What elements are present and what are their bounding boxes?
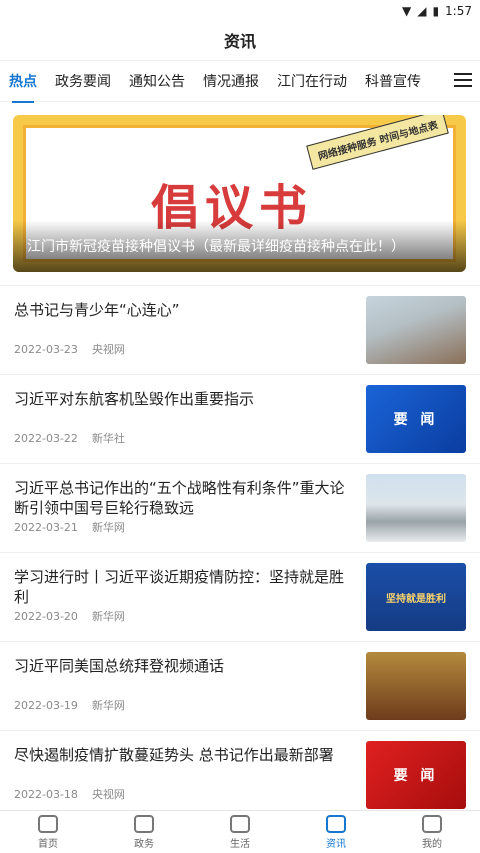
news-meta: 2022-03-19 新华网 bbox=[14, 699, 125, 712]
nav-home[interactable]: 首页 bbox=[0, 811, 96, 853]
news-thumbnail: 要 闻 bbox=[366, 385, 466, 453]
news-title: 习近平总书记作出的“五个战略性有利条件”重大论断引领中国号巨轮行稳致远 bbox=[14, 479, 345, 517]
news-meta: 2022-03-23 央视网 bbox=[14, 343, 125, 356]
news-title: 总书记与青少年“心连心” bbox=[14, 301, 180, 319]
battery-icon: ▮ bbox=[432, 4, 440, 18]
nav-gov[interactable]: 政务 bbox=[96, 811, 192, 853]
user-icon bbox=[422, 814, 442, 833]
tab-reports[interactable]: 情况通报 bbox=[194, 71, 268, 91]
nav-life[interactable]: 生活 bbox=[192, 811, 288, 853]
tab-hot[interactable]: 热点 bbox=[0, 71, 46, 91]
status-time: 1:57 bbox=[445, 4, 472, 18]
list-item[interactable]: 尽快遏制疫情扩散蔓延势头 总书记作出最新部署 2022-03-18 央视网 要 闻 bbox=[0, 730, 480, 819]
news-thumbnail bbox=[366, 652, 466, 720]
nav-news[interactable]: 资讯 bbox=[288, 811, 384, 853]
news-icon bbox=[326, 814, 346, 833]
news-title: 尽快遏制疫情扩散蔓延势头 总书记作出最新部署 bbox=[14, 746, 334, 764]
tab-jiangmen-action[interactable]: 江门在行动 bbox=[268, 71, 356, 91]
news-thumbnail bbox=[366, 296, 466, 364]
home-icon bbox=[38, 814, 58, 833]
wifi-icon: ▼ bbox=[401, 4, 412, 18]
bottom-nav: 首页 政务 生活 资讯 我的 bbox=[0, 810, 480, 853]
news-meta: 2022-03-22 新华社 bbox=[14, 432, 125, 445]
tab-science[interactable]: 科普宣传 bbox=[356, 71, 430, 91]
list-item[interactable]: 学习进行时丨习近平谈近期疫情防控：坚持就是胜利 2022-03-20 新华网 坚持… bbox=[0, 552, 480, 641]
list-item[interactable]: 习近平总书记作出的“五个战略性有利条件”重大论断引领中国号巨轮行稳致远 2022… bbox=[0, 463, 480, 552]
news-meta: 2022-03-18 央视网 bbox=[14, 788, 125, 801]
list-item[interactable]: 总书记与青少年“心连心” 2022-03-23 央视网 bbox=[0, 285, 480, 374]
heart-icon bbox=[230, 814, 250, 833]
news-meta: 2022-03-20 新华网 bbox=[14, 610, 125, 623]
news-title: 学习进行时丨习近平谈近期疫情防控：坚持就是胜利 bbox=[14, 568, 345, 606]
status-bar: ▼ ◢ ▮ 1:57 bbox=[0, 0, 480, 24]
gov-icon bbox=[134, 814, 154, 833]
news-title: 习近平同美国总统拜登视频通话 bbox=[14, 657, 225, 675]
news-thumbnail: 要 闻 bbox=[366, 741, 466, 809]
news-list: 总书记与青少年“心连心” 2022-03-23 央视网 习近平对东航客机坠毁作出重… bbox=[0, 285, 480, 819]
list-item[interactable]: 习近平同美国总统拜登视频通话 2022-03-19 新华网 bbox=[0, 641, 480, 730]
nav-mine[interactable]: 我的 bbox=[384, 811, 480, 853]
news-title: 习近平对东航客机坠毁作出重要指示 bbox=[14, 390, 255, 408]
menu-icon[interactable] bbox=[454, 71, 472, 89]
news-meta: 2022-03-21 新华网 bbox=[14, 521, 125, 534]
news-thumbnail bbox=[366, 474, 466, 542]
tab-notices[interactable]: 通知公告 bbox=[120, 71, 194, 91]
tab-gov-news[interactable]: 政务要闻 bbox=[46, 71, 120, 91]
featured-banner[interactable]: 倡议书 网络接种服务 时间与地点表 江门市新冠疫苗接种倡议书（最新最详细疫苗接种… bbox=[13, 115, 466, 272]
page-title: 资讯 bbox=[223, 32, 256, 51]
news-thumbnail: 坚持就是胜利 bbox=[366, 563, 466, 631]
list-item[interactable]: 习近平对东航客机坠毁作出重要指示 2022-03-22 新华社 要 闻 bbox=[0, 374, 480, 463]
category-tabs: 热点 政务要闻 通知公告 情况通报 江门在行动 科普宣传 bbox=[0, 60, 480, 102]
banner-caption: 江门市新冠疫苗接种倡议书（最新最详细疫苗接种点在此！） bbox=[27, 239, 405, 255]
signal-icon: ◢ bbox=[417, 4, 427, 18]
